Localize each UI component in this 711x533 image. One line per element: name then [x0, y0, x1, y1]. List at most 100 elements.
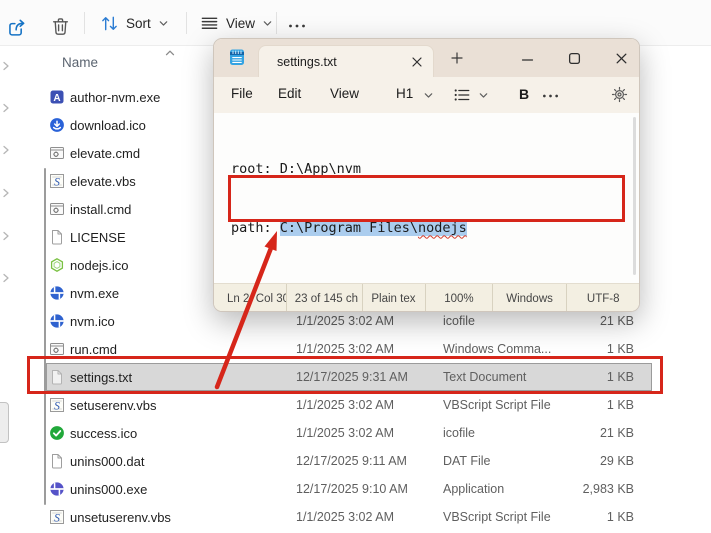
file-size: 1 KB	[606, 370, 634, 384]
file-name: nodejs.ico	[70, 257, 129, 273]
table-row[interactable]: setuserenv.vbs 1/1/2025 3:02 AM VBScript…	[46, 391, 652, 419]
tree-expand-icon[interactable]	[1, 60, 11, 72]
file-date-modified: 12/17/2025 9:11 AM	[296, 454, 407, 468]
file-size: 1 KB	[606, 342, 634, 356]
maximize-icon[interactable]	[568, 52, 581, 65]
file-size: 29 KB	[599, 454, 634, 468]
bold-button[interactable]: B	[519, 86, 529, 102]
file-name: run.cmd	[70, 341, 117, 357]
nav-scrollbar-thumb[interactable]	[0, 402, 9, 443]
chevron-up-icon	[164, 47, 176, 59]
menu-view[interactable]: View	[330, 86, 359, 101]
bulleted-list-icon[interactable]	[453, 86, 471, 104]
status-cursor-position: Ln 2, Col 30	[214, 284, 287, 311]
trash-icon[interactable]	[50, 16, 71, 37]
tab-close-icon[interactable]	[411, 56, 423, 68]
tree-expand-icon[interactable]	[1, 144, 11, 156]
notepad-titlebar[interactable]: settings.txt	[214, 39, 639, 77]
file-name: author-nvm.exe	[70, 89, 161, 105]
file-name: unins000.dat	[70, 453, 145, 469]
minimize-icon[interactable]	[520, 53, 535, 67]
file-size: 2,983 KB	[582, 482, 634, 496]
table-row[interactable]: unsetuserenv.vbs 1/1/2025 3:02 AM VBScri…	[46, 503, 652, 531]
new-tab-icon[interactable]	[450, 51, 464, 65]
tree-expand-icon[interactable]	[1, 187, 11, 199]
status-doc-format: Plain tex	[363, 284, 427, 311]
sort-label: Sort	[126, 15, 151, 31]
notepad-menubar: File Edit View H1 B	[214, 77, 639, 113]
table-row[interactable]: settings.txt 12/17/2025 9:31 AM Text Doc…	[46, 363, 652, 391]
file-name: unsetuserenv.vbs	[70, 509, 171, 525]
tree-expand-icon[interactable]	[1, 102, 11, 114]
text-line-path-prefix: path:	[231, 219, 280, 236]
file-size: 21 KB	[599, 314, 634, 328]
file-type: Application	[443, 482, 505, 496]
tree-expand-icon[interactable]	[1, 272, 11, 284]
table-row[interactable]: success.ico 1/1/2025 3:02 AM icofile 21 …	[46, 419, 652, 447]
more-options-icon[interactable]	[288, 23, 306, 29]
menu-file[interactable]: File	[231, 86, 253, 101]
file-name: unins000.exe	[70, 481, 148, 497]
tree-expand-icon[interactable]	[1, 230, 11, 242]
file-name: download.ico	[70, 117, 146, 133]
cube-blue-icon	[49, 313, 65, 329]
file-size: 1 KB	[606, 398, 634, 412]
status-zoom-level: 100%	[426, 284, 493, 311]
file-name: install.cmd	[70, 201, 132, 217]
toolbar-divider	[186, 12, 187, 34]
close-icon[interactable]	[615, 52, 628, 65]
check-circle-icon	[49, 425, 65, 441]
cmd-icon	[49, 201, 65, 217]
toolbar-divider	[84, 12, 85, 34]
sort-arrows-icon	[100, 14, 119, 33]
sort-button[interactable]: Sort	[100, 11, 169, 35]
file-date-modified: 12/17/2025 9:31 AM	[296, 370, 408, 384]
editor-scrollbar[interactable]	[633, 117, 636, 275]
view-label: View	[226, 15, 256, 31]
text-editor-area[interactable]: root: D:\App\nvm path: C:\Program Files\…	[214, 113, 639, 283]
cmd-icon	[49, 145, 65, 161]
heading-style-button[interactable]: H1	[396, 86, 413, 101]
gear-icon[interactable]	[611, 86, 628, 103]
letter-a-icon	[49, 89, 65, 105]
file-type: DAT File	[443, 454, 491, 468]
file-size: 1 KB	[606, 510, 634, 524]
screen: Sort View Name author-nvm.exe download.i…	[0, 0, 711, 533]
table-row[interactable]: run.cmd 1/1/2025 3:02 AM Windows Comma..…	[46, 335, 652, 363]
file-size: 21 KB	[599, 426, 634, 440]
file-name: nvm.exe	[70, 285, 120, 301]
file-date-modified: 1/1/2025 3:02 AM	[296, 314, 394, 328]
name-column-header[interactable]: Name	[62, 55, 98, 70]
cmd-icon	[49, 341, 65, 357]
more-formatting-icon[interactable]	[542, 93, 559, 99]
view-lines-icon	[200, 14, 219, 33]
file-date-modified: 12/17/2025 9:10 AM	[296, 482, 408, 496]
status-encoding: UTF-8	[586, 292, 620, 305]
share-icon[interactable]	[7, 17, 28, 38]
status-line-ending: Windows	[493, 284, 568, 311]
table-row[interactable]: unins000.dat 12/17/2025 9:11 AM DAT File…	[46, 447, 652, 475]
file-type: icofile	[443, 314, 475, 328]
node-hex-icon	[49, 257, 65, 273]
table-row[interactable]: unins000.exe 12/17/2025 9:10 AM Applicat…	[46, 475, 652, 503]
chevron-down-icon[interactable]	[423, 90, 434, 101]
toolbar-divider	[276, 12, 277, 34]
menu-edit[interactable]: Edit	[278, 86, 301, 101]
page-icon	[49, 453, 65, 469]
file-name: nvm.ico	[70, 313, 115, 329]
chevron-down-icon	[262, 18, 273, 29]
notepad-window: settings.txt File Edit View H1 B root: D…	[213, 38, 640, 312]
file-name: LICENSE	[70, 229, 126, 245]
text-line-root: root: D:\App\nvm	[231, 161, 362, 177]
txt-page-icon	[49, 369, 65, 385]
file-date-modified: 1/1/2025 3:02 AM	[296, 510, 394, 524]
file-date-modified: 1/1/2025 3:02 AM	[296, 342, 394, 356]
tab-settings-txt[interactable]: settings.txt	[258, 45, 434, 77]
selected-text-highlight: C:\Program Files\nodejs	[279, 219, 467, 236]
view-button[interactable]: View	[200, 11, 273, 35]
highlighted-path: C:\Program Files\	[279, 219, 418, 236]
vbs-icon	[49, 173, 65, 189]
chevron-down-icon	[158, 18, 169, 29]
status-char-count: 23 of 145 ch	[287, 284, 364, 311]
chevron-down-icon[interactable]	[478, 90, 489, 101]
